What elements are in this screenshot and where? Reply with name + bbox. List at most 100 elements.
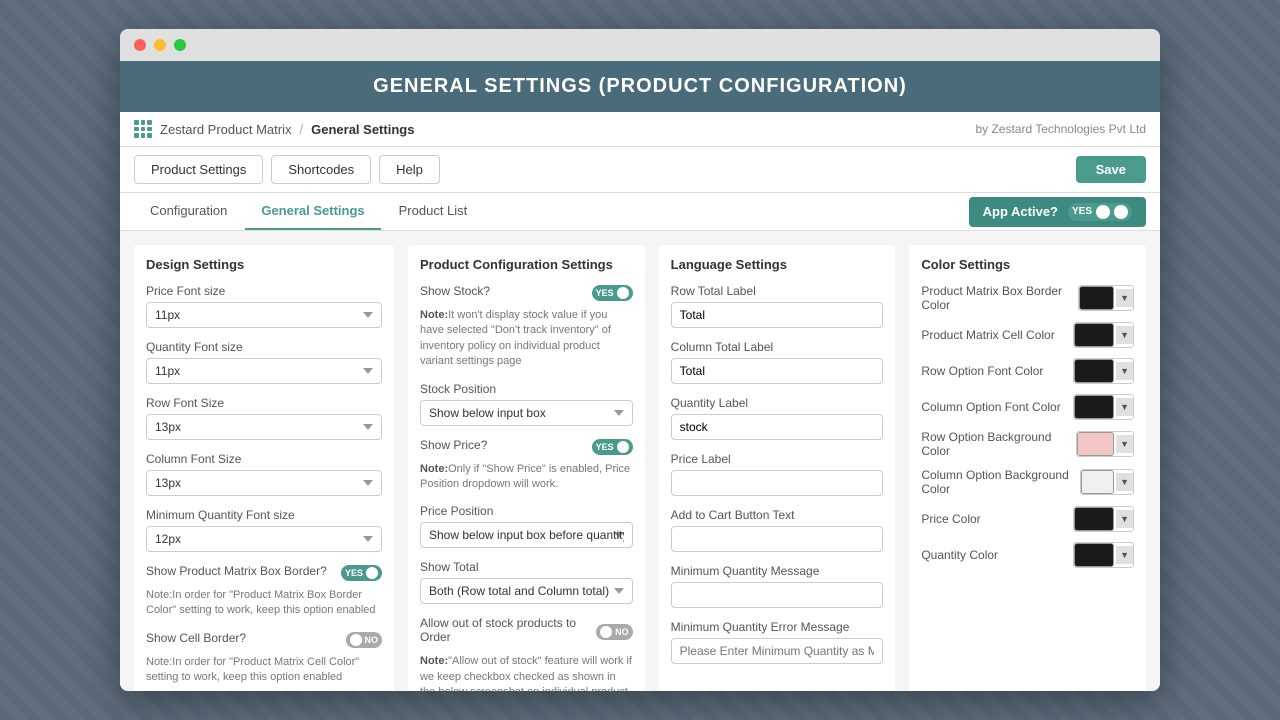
quantity-font-size-group: Quantity Font size 11px — [146, 340, 382, 384]
min-qty-font-size-group: Minimum Quantity Font size 12px — [146, 508, 382, 552]
help-button[interactable]: Help — [379, 155, 440, 184]
app-active-badge: App Active? YES — [969, 197, 1146, 227]
show-box-border-row: Show Product Matrix Box Border? YES — [146, 564, 382, 582]
color-swatch-1 — [1074, 323, 1114, 347]
color-picker-0[interactable]: ▼ — [1078, 285, 1134, 311]
allow-out-of-stock-toggle[interactable]: NO — [596, 624, 633, 640]
color-settings-panel: Color Settings Product Matrix Box Border… — [909, 245, 1146, 691]
show-cell-border-label: Show Cell Border? — [146, 631, 246, 645]
quantity-label-input[interactable] — [671, 414, 884, 440]
price-position-group: Price Position Show below input box befo… — [420, 504, 633, 548]
allow-out-of-stock-group: Allow out of stock products to Order NO … — [420, 616, 633, 691]
price-label-label: Price Label — [671, 452, 884, 466]
quantity-font-size-select[interactable]: 11px — [146, 358, 382, 384]
toolbar: Product Settings Shortcodes Help Save — [120, 147, 1160, 193]
show-cell-border-toggle[interactable]: NO — [346, 632, 383, 648]
tab-general-settings[interactable]: General Settings — [245, 193, 380, 230]
plugin-name: Zestard Product Matrix — [160, 122, 292, 137]
show-cell-border-row: Show Cell Border? NO — [146, 631, 382, 649]
color-picker-arrow-1: ▼ — [1116, 326, 1133, 344]
price-position-label: Price Position — [420, 504, 633, 518]
color-picker-3[interactable]: ▼ — [1073, 394, 1134, 420]
color-row-6: Price Color ▼ — [921, 506, 1134, 532]
row-total-label-input[interactable] — [671, 302, 884, 328]
show-price-row: Show Price? YES — [420, 438, 633, 456]
column-total-label-label: Column Total Label — [671, 340, 884, 354]
show-stock-label: Show Stock? — [420, 284, 490, 298]
color-swatch-4 — [1077, 432, 1114, 456]
show-stock-row: Show Stock? YES — [420, 284, 633, 302]
color-picker-5[interactable]: ▼ — [1080, 469, 1134, 495]
toggle-knob — [617, 287, 629, 299]
show-price-toggle[interactable]: YES — [592, 439, 633, 455]
plugin-bar-by: by Zestard Technologies Pvt Ltd — [975, 122, 1146, 136]
plugin-bar-breadcrumb: Zestard Product Matrix / General Setting… — [134, 120, 414, 138]
column-total-label-input[interactable] — [671, 358, 884, 384]
color-swatch-5 — [1081, 470, 1114, 494]
price-position-select[interactable]: Show below input box before quantity — [420, 522, 633, 548]
color-picker-2[interactable]: ▼ — [1073, 358, 1134, 384]
add-to-cart-text-group: Add to Cart Button Text — [671, 508, 884, 552]
toolbar-left: Product Settings Shortcodes Help — [134, 155, 440, 184]
color-picker-1[interactable]: ▼ — [1073, 322, 1134, 348]
color-swatch-0 — [1079, 286, 1114, 310]
min-qty-error-input[interactable] — [671, 638, 884, 664]
row-font-size-select[interactable]: 13px — [146, 414, 382, 440]
show-total-group: Show Total Both (Row total and Column to… — [420, 560, 633, 604]
toggle-knob — [617, 441, 629, 453]
color-settings-title: Color Settings — [921, 257, 1134, 272]
maximize-dot[interactable] — [174, 39, 186, 51]
main-content: Design Settings Price Font size 11px Qua… — [120, 231, 1160, 691]
shortcodes-button[interactable]: Shortcodes — [271, 155, 371, 184]
breadcrumb-separator: / — [300, 122, 304, 137]
close-dot[interactable] — [134, 39, 146, 51]
row-font-size-label: Row Font Size — [146, 396, 382, 410]
quantity-font-size-label: Quantity Font size — [146, 340, 382, 354]
allow-out-of-stock-label: Allow out of stock products to Order — [420, 616, 596, 644]
price-font-size-group: Price Font size 11px — [146, 284, 382, 328]
design-settings-title: Design Settings — [146, 257, 382, 272]
row-total-label-label: Row Total Label — [671, 284, 884, 298]
min-qty-message-input[interactable] — [671, 582, 884, 608]
app-active-toggle[interactable]: YES — [1068, 203, 1132, 221]
allow-out-of-stock-note: Note:"Allow out of stock" feature will w… — [420, 654, 633, 691]
app-header: GENERAL SETTINGS (PRODUCT CONFIGURATION) — [120, 61, 1160, 112]
color-picker-6[interactable]: ▼ — [1073, 506, 1134, 532]
product-settings-button[interactable]: Product Settings — [134, 155, 263, 184]
color-swatch-3 — [1074, 395, 1114, 419]
color-picker-4[interactable]: ▼ — [1076, 431, 1134, 457]
color-label-3: Column Option Font Color — [921, 400, 1060, 414]
toggle-knob — [600, 626, 612, 638]
save-button[interactable]: Save — [1076, 156, 1146, 183]
color-row-7: Quantity Color ▼ — [921, 542, 1134, 568]
show-stock-toggle[interactable]: YES — [592, 285, 633, 301]
stock-position-group: Stock Position Show below input box — [420, 382, 633, 426]
color-swatch-7 — [1074, 543, 1114, 567]
language-settings-panel: Language Settings Row Total Label Column… — [659, 245, 896, 691]
min-qty-message-label: Minimum Quantity Message — [671, 564, 884, 578]
product-config-panel: Product Configuration Settings Show Stoc… — [408, 245, 645, 691]
tab-product-list[interactable]: Product List — [383, 193, 484, 230]
min-qty-font-size-select[interactable]: 12px — [146, 526, 382, 552]
tab-configuration[interactable]: Configuration — [134, 193, 243, 230]
show-total-select[interactable]: Both (Row total and Column total) — [420, 578, 633, 604]
column-font-size-select[interactable]: 13px — [146, 470, 382, 496]
product-config-title: Product Configuration Settings — [420, 257, 633, 272]
quantity-label-group: Quantity Label — [671, 396, 884, 440]
stock-position-select[interactable]: Show below input box — [420, 400, 633, 426]
price-font-size-label: Price Font size — [146, 284, 382, 298]
show-box-border-group: Show Product Matrix Box Border? YES Note… — [146, 564, 382, 619]
show-stock-group: Show Stock? YES Note:It won't display st… — [420, 284, 633, 370]
color-picker-7[interactable]: ▼ — [1073, 542, 1134, 568]
minimize-dot[interactable] — [154, 39, 166, 51]
price-font-size-select[interactable]: 11px — [146, 302, 382, 328]
price-label-input[interactable] — [671, 470, 884, 496]
row-total-label-group: Row Total Label — [671, 284, 884, 328]
color-label-2: Row Option Font Color — [921, 364, 1043, 378]
color-row-5: Column Option Background Color ▼ — [921, 468, 1134, 496]
show-cell-border-note: Note:In order for "Product Matrix Cell C… — [146, 655, 382, 686]
add-to-cart-text-input[interactable] — [671, 526, 884, 552]
show-price-label: Show Price? — [420, 438, 487, 452]
show-box-border-toggle[interactable]: YES — [341, 565, 382, 581]
min-qty-error-group: Minimum Quantity Error Message — [671, 620, 884, 664]
